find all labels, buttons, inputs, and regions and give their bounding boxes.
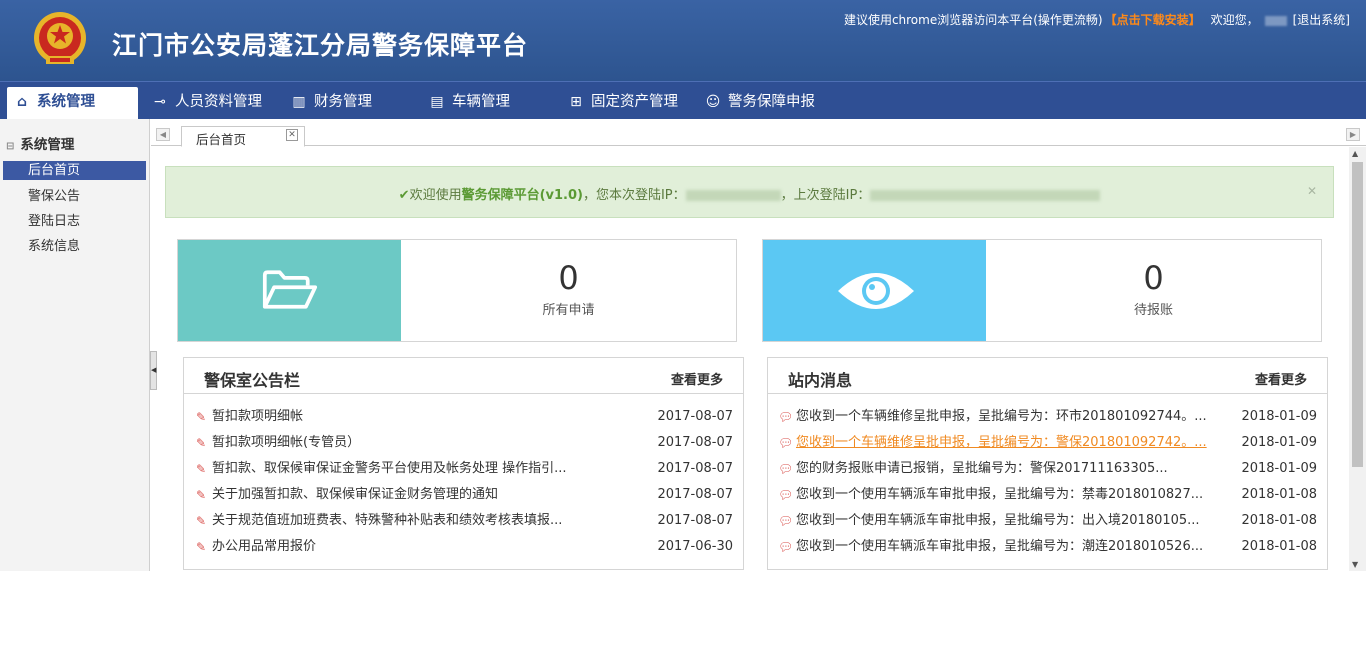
username-redacted [1264, 15, 1287, 26]
header-user-bar: 建议使用chrome浏览器访问本平台(操作更流畅) 【点击下载安装】 欢迎您， [退出… [844, 11, 1350, 28]
message-row[interactable]: 💬︎ 您的财务报账申请已报销，呈批编号为：警保201711163305... 201… [778, 459, 1317, 479]
bar-chart-icon: ▥ [292, 94, 306, 110]
stat-card-all-applications[interactable]: 0 所有申请 [177, 239, 737, 342]
stat-icon-box [763, 240, 986, 341]
edit-icon: ✎ [195, 540, 207, 554]
app-title: 江门市公安局蓬江分局警务保障平台 [112, 31, 529, 60]
users-icon: ☺ [705, 94, 721, 110]
notice-row[interactable]: ✎ 暂扣款项明细帐(专管员） 2017-08-07 [194, 433, 733, 453]
view-more-link[interactable]: 查看更多 [1255, 369, 1307, 388]
notice-board-panel: 警保室公告栏 查看更多 ✎ 暂扣款项明细帐 2017-08-07 ✎ 暂扣款项明细帐(… [183, 357, 744, 570]
download-link[interactable]: 【点击下载安装】 [1105, 13, 1201, 27]
welcome-user-label: 欢迎您， [1210, 13, 1259, 27]
content-scrollbar[interactable]: ▲ ▼ [1349, 147, 1366, 571]
collapse-square-icon: ⊟ [6, 141, 15, 152]
view-more-link[interactable]: 查看更多 [671, 369, 723, 388]
comment-icon: 💬︎ [778, 488, 794, 502]
tab-scroll-left-icon[interactable]: ◀ [156, 128, 170, 141]
tab-scroll-right-icon[interactable]: ▶ [1346, 128, 1360, 141]
nav-item-fixed-assets[interactable]: ⊞ 固定资产管理 [567, 82, 678, 119]
stat-value: 0 [558, 259, 579, 297]
edit-icon: ✎ [195, 514, 207, 528]
welcome-message: ✔欢迎使用警务保障平台(v1.0)，您本次登陆IP： ，上次登陆IP： [166, 184, 1333, 203]
sidebar-item-login-log[interactable]: 登陆日志 [3, 212, 146, 231]
current-ip-redacted [685, 190, 781, 201]
stat-card-pending-reimbursement[interactable]: 0 待报账 [762, 239, 1322, 342]
stat-label: 待报账 [1133, 303, 1173, 318]
police-emblem-logo [34, 12, 86, 64]
sidebar-item-system-info[interactable]: 系统信息 [3, 237, 146, 256]
grid-icon: ⊞ [570, 94, 582, 110]
notice-row[interactable]: ✎ 关于规范值班加班费表、特殊警种补贴表和绩效考核表填报... 2017-08-07 [194, 511, 733, 531]
welcome-alert: ✔欢迎使用警务保障平台(v1.0)，您本次登陆IP： ，上次登陆IP： ✕ [165, 166, 1334, 218]
panel-header: 警保室公告栏 查看更多 [184, 358, 743, 394]
sidebar-item-notices[interactable]: 警保公告 [3, 187, 146, 206]
nav-item-system-management[interactable]: ⌂ 系统管理 [7, 87, 138, 120]
comment-icon: 💬︎ [778, 436, 794, 450]
edit-icon: ✎ [195, 436, 207, 450]
home-icon: ⌂ [16, 94, 28, 110]
stat-label: 所有申请 [542, 303, 595, 318]
folder-open-icon [262, 270, 318, 309]
comment-icon: 💬︎ [778, 540, 794, 554]
tab-dashboard[interactable]: 后台首页 ✕ [181, 126, 305, 147]
close-alert-icon[interactable]: ✕ [1307, 184, 1317, 198]
message-row[interactable]: 💬︎ 您收到一个使用车辆派车审批申报，呈批编号为：出入境20180105... 20… [778, 511, 1317, 531]
notice-row[interactable]: ✎ 暂扣款项明细帐 2017-08-07 [194, 407, 733, 427]
nav-item-finance[interactable]: ▥ 财务管理 [290, 82, 372, 119]
key-icon: ⊸ [154, 94, 166, 110]
scroll-up-icon[interactable]: ▲ [1352, 149, 1358, 158]
nav-item-personnel[interactable]: ⊸ 人员资料管理 [151, 82, 262, 119]
message-row[interactable]: 💬︎ 您收到一个使用车辆派车审批申报，呈批编号为：潮连2018010526... 2… [778, 537, 1317, 557]
comment-icon: 💬︎ [778, 410, 794, 424]
header: 江门市公安局蓬江分局警务保障平台 建议使用chrome浏览器访问本平台(操作更流… [0, 0, 1366, 81]
list-icon: ▤ [430, 94, 444, 110]
scrollbar-thumb[interactable] [1352, 162, 1363, 467]
nav-item-vehicles[interactable]: ▤ 车辆管理 [428, 82, 510, 119]
main-nav: ⌂ 系统管理 ⊸ 人员资料管理 ▥ 财务管理 ▤ 车辆管理 ⊞ 固定资产管理 ☺ 警务保障申… [0, 81, 1366, 120]
notice-row[interactable]: ✎ 关于加强暂扣款、取保候审保证金财务管理的通知 2017-08-07 [194, 485, 733, 505]
browser-hint: 建议使用chrome浏览器访问本平台(操作更流畅) [843, 13, 1103, 27]
notice-row[interactable]: ✎ 暂扣款、取保候审保证金警务平台使用及帐务处理 操作指引... 2017-08-0… [194, 459, 733, 479]
edit-icon: ✎ [195, 488, 207, 502]
last-ip-redacted [870, 190, 1101, 201]
panel-title: 站内消息 [788, 371, 853, 390]
sidebar: ⊟ 系统管理 后台首页 警保公告 登陆日志 系统信息 [0, 119, 150, 571]
check-icon: ✔ [398, 188, 410, 203]
scroll-down-icon[interactable]: ▼ [1352, 560, 1358, 569]
notice-row[interactable]: ✎ 办公用品常用报价 2017-06-30 [194, 537, 733, 557]
messages-panel: 站内消息 查看更多 💬︎ 您收到一个车辆维修呈批申报，呈批编号为：环市201801… [767, 357, 1328, 570]
edit-icon: ✎ [195, 462, 207, 476]
tab-close-icon[interactable]: ✕ [286, 129, 298, 141]
sidebar-item-dashboard[interactable]: 后台首页 [3, 161, 146, 180]
comment-icon: 💬︎ [778, 462, 794, 476]
app-window: 江门市公安局蓬江分局警务保障平台 建议使用chrome浏览器访问本平台(操作更流… [0, 0, 1366, 571]
tabs-bar: ◀ 后台首页 ✕ ▶ [151, 119, 1366, 147]
comment-icon: 💬︎ [778, 514, 794, 528]
panel-header: 站内消息 查看更多 [768, 358, 1327, 394]
message-row[interactable]: 💬︎ 您收到一个车辆维修呈批申报，呈批编号为：警保201801092742。...… [778, 433, 1317, 453]
nav-item-support-report[interactable]: ☺ 警务保障申报 [704, 82, 815, 119]
eye-icon [838, 273, 914, 309]
sidebar-heading[interactable]: ⊟ 系统管理 [6, 133, 74, 153]
message-row[interactable]: 💬︎ 您收到一个车辆维修呈批申报，呈批编号为：环市201801092744。...… [778, 407, 1317, 427]
edit-icon: ✎ [195, 410, 207, 424]
stat-value: 0 [1143, 259, 1164, 297]
main-content: ✔欢迎使用警务保障平台(v1.0)，您本次登陆IP： ，上次登陆IP： ✕ 0 所… [151, 147, 1349, 571]
message-row[interactable]: 💬︎ 您收到一个使用车辆派车审批申报，呈批编号为：禁毒2018010827... 2… [778, 485, 1317, 505]
stat-icon-box [178, 240, 401, 341]
panel-title: 警保室公告栏 [204, 371, 301, 390]
logout-link[interactable]: [退出系统] [1293, 13, 1350, 27]
